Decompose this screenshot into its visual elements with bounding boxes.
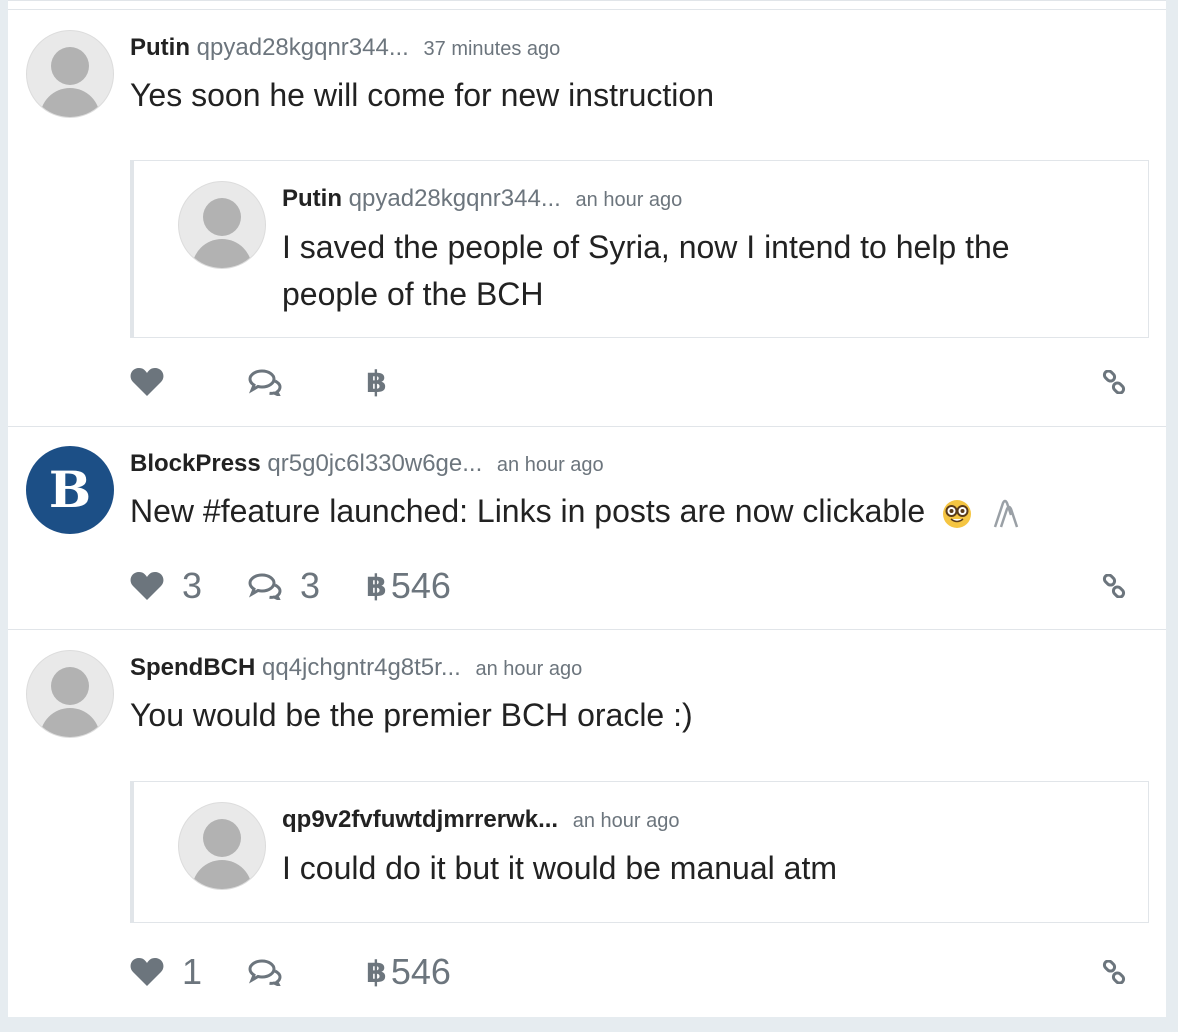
post-text: You would be the premier BCH oracle :) [130, 697, 693, 733]
reply-button[interactable] [248, 948, 282, 996]
post-meta: Putin qpyad28kgqnr344... an hour ago [282, 185, 682, 213]
reply-button[interactable]: 3 [248, 562, 320, 610]
post-actions: 1 ฿ 546 [130, 948, 1130, 996]
post-actions: 3 3 ฿ 546 [130, 562, 1130, 610]
post-text: New #feature launched: Links in posts ar… [130, 488, 1021, 535]
like-button[interactable]: 1 [130, 948, 202, 996]
tip-button[interactable]: ฿ 546 [366, 948, 451, 996]
tip-amount: 546 [390, 565, 451, 606]
post-time[interactable]: an hour ago [497, 454, 604, 476]
tip-button[interactable]: ฿ 546 [366, 562, 451, 610]
quoted-post[interactable]: qp9v2fvfuwtdjmrrerwk... an hour ago I co… [130, 781, 1149, 923]
bitcoin-icon: ฿ [366, 365, 387, 399]
post-actions: ฿ [130, 358, 1130, 406]
post-meta: qp9v2fvfuwtdjmrrerwk... an hour ago [282, 806, 680, 834]
user-avatar[interactable] [26, 650, 114, 738]
post-text: I could do it but it would be manual atm [282, 850, 837, 886]
post: Putin qpyad28kgqnr344... 37 minutes ago … [8, 9, 1166, 427]
bitcoin-icon: ฿ [366, 955, 387, 989]
tip-button[interactable]: ฿ [366, 358, 391, 406]
heart-icon [130, 958, 164, 986]
comments-icon [248, 369, 282, 396]
author-name[interactable]: BlockPress [130, 450, 261, 477]
heart-icon [130, 572, 164, 600]
permalink-button[interactable] [1102, 358, 1126, 406]
link-icon [1102, 574, 1126, 598]
author-name[interactable]: Putin [282, 185, 342, 212]
post-text-body: New #feature launched: Links in posts ar… [130, 493, 926, 529]
bitcoin-icon: ฿ [366, 569, 387, 603]
like-button[interactable]: 3 [130, 562, 202, 610]
comments-icon [248, 959, 282, 986]
post-time[interactable]: an hour ago [576, 189, 683, 211]
avatar-letter: B [48, 460, 92, 519]
user-avatar[interactable] [178, 802, 266, 890]
post-time[interactable]: an hour ago [573, 810, 680, 832]
author-address[interactable]: qr5g0jc6l330w6ge... [267, 450, 482, 477]
like-count: 1 [182, 951, 203, 992]
post: SpendBCH qq4jchgntr4g8t5r... an hour ago… [8, 630, 1166, 1017]
post-text: I saved the people of Syria, now I inten… [282, 229, 1010, 312]
quoted-post[interactable]: Putin qpyad28kgqnr344... an hour ago I s… [130, 160, 1149, 338]
permalink-button[interactable] [1102, 562, 1126, 610]
like-count: 3 [182, 565, 203, 606]
like-button[interactable] [130, 358, 182, 406]
post-time[interactable]: 37 minutes ago [424, 38, 561, 60]
paperclips-emoji [993, 499, 1019, 527]
author-name[interactable]: qp9v2fvfuwtdjmrrerwk... [282, 806, 558, 833]
heart-icon [130, 368, 164, 396]
post: B BlockPress qr5g0jc6l330w6ge... an hour… [8, 426, 1166, 630]
author-address[interactable]: qpyad28kgqnr344... [349, 185, 561, 212]
comments-icon [248, 573, 282, 600]
link-icon [1102, 370, 1126, 394]
permalink-button[interactable] [1102, 948, 1126, 996]
post-feed: Putin qpyad28kgqnr344... 37 minutes ago … [8, 0, 1166, 1017]
post-meta: SpendBCH qq4jchgntr4g8t5r... an hour ago [130, 654, 582, 682]
post-text: Yes soon he will come for new instructio… [130, 77, 714, 113]
author-address[interactable]: qpyad28kgqnr344... [197, 34, 409, 61]
tip-amount: 546 [390, 951, 451, 992]
reply-button[interactable] [248, 358, 282, 406]
user-avatar[interactable] [26, 30, 114, 118]
nerd-face-emoji [943, 499, 971, 528]
brand-avatar[interactable]: B [26, 446, 114, 534]
author-name[interactable]: SpendBCH [130, 654, 255, 681]
author-name[interactable]: Putin [130, 34, 190, 61]
reply-count: 3 [300, 565, 321, 606]
post-meta: BlockPress qr5g0jc6l330w6ge... an hour a… [130, 450, 604, 478]
post-meta: Putin qpyad28kgqnr344... 37 minutes ago [130, 34, 560, 62]
user-avatar[interactable] [178, 181, 266, 269]
link-icon [1102, 960, 1126, 984]
author-address[interactable]: qq4jchgntr4g8t5r... [262, 654, 461, 681]
post-time[interactable]: an hour ago [476, 658, 583, 680]
